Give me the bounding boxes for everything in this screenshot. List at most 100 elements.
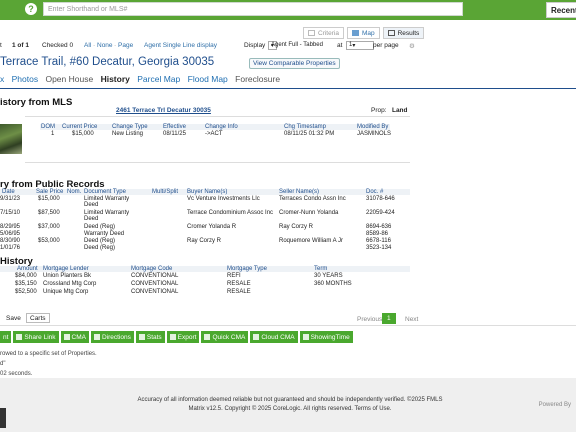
mls-col-change-info: Change Info [205, 124, 238, 130]
top-navigation-bar: ? Enter Shorthand or MLS# Recent [0, 0, 576, 20]
view-comparable-button[interactable]: View Comparable Properties [249, 58, 340, 69]
at-label: at [337, 42, 343, 49]
powered-by: Powered By [538, 402, 571, 408]
pr-seller: Cromer-Nunn Yolanda [279, 210, 339, 216]
settings-gear-icon[interactable]: ⚙ [409, 42, 415, 50]
view-tabs: Criteria Map Results [303, 27, 427, 39]
select-none-link[interactable]: None [97, 42, 113, 49]
pr-date: 1/01/76 [0, 245, 21, 251]
showingtime-button[interactable]: ShowingTime [299, 331, 353, 343]
listing-photo[interactable] [0, 124, 22, 154]
tool-label: Share Link [24, 333, 56, 341]
mort-amount: $84,000 [15, 273, 37, 279]
pr-docnum: 8589-86 [366, 231, 389, 237]
mort-col-amount: Amount [17, 266, 38, 272]
pr-col-doc: Doc. # [366, 189, 384, 195]
mls-modified: JASMINOLS [357, 131, 392, 137]
export-button[interactable]: Export [166, 331, 200, 343]
pager-divider [0, 325, 576, 326]
next-link[interactable]: Next [405, 316, 418, 323]
search-input[interactable]: Enter Shorthand or MLS# [43, 2, 463, 16]
note-line: rowed to a specific set of Properties. [0, 351, 97, 357]
grid-icon [387, 30, 395, 36]
tab-results[interactable]: Results [382, 27, 425, 39]
address-link[interactable]: 2461 Terrace Trl Decatur 30035 [116, 107, 211, 114]
tool-label: ShowingTime [310, 333, 350, 341]
subtab-foreclosure[interactable]: Foreclosure [235, 74, 280, 84]
mort-lender: Crossland Mtg Corp [43, 281, 97, 287]
cloud-icon [253, 334, 260, 340]
cloud-cma-button[interactable]: Cloud CMA [250, 331, 298, 343]
tab-map[interactable]: Map [346, 27, 380, 39]
per-page-select[interactable]: 1 ▾ [346, 41, 374, 50]
share-link-button[interactable]: Share Link [13, 331, 59, 343]
subtab-x[interactable]: x [0, 74, 4, 84]
help-icon[interactable]: ? [25, 3, 37, 15]
mort-code: CONVENTIONAL [131, 281, 179, 287]
mort-col-type: Mortgage Type [227, 266, 267, 272]
page-prefix: t [0, 42, 2, 49]
stats-button[interactable]: Stats [135, 331, 165, 343]
tool-label: Cloud CMA [261, 333, 295, 341]
display-label: Display [244, 42, 266, 49]
pr-col-buyer: Buyer Name(s) [187, 189, 228, 195]
showingtime-icon [302, 334, 309, 340]
subtab-history[interactable]: History [101, 74, 130, 84]
corelogic-logo [0, 408, 6, 428]
save-button[interactable]: Save [3, 314, 24, 324]
per-page-label: per page [373, 42, 399, 49]
mls-col-modified: Modified By [357, 124, 389, 130]
pr-doctype: Deed (Reg) [84, 224, 116, 230]
previous-link[interactable]: Previous [357, 316, 382, 323]
subtab-open-house[interactable]: Open House [45, 74, 93, 84]
map-icon [351, 30, 359, 36]
pr-seller: Roquemore William A Jr [279, 238, 344, 244]
pr-col-date: Date [2, 189, 15, 195]
mort-col-code: Mortgage Code [131, 266, 173, 272]
disclaimer-text: Accuracy of all information deemed relia… [80, 396, 500, 414]
mls-col-price: Current Price [62, 124, 98, 130]
pr-docnum: 22059-424 [366, 210, 395, 216]
recent-button[interactable]: Recent [546, 2, 576, 18]
subtab-photos[interactable]: Photos [12, 74, 38, 84]
mls-history-title: istory from MLS [0, 97, 73, 108]
agent-single-line-link[interactable]: Agent Single Line display [144, 42, 217, 49]
pr-doctype: Limited Warranty Deed [84, 196, 130, 208]
pr-doctype: Warranty Deed [84, 231, 125, 237]
tab-criteria[interactable]: Criteria [303, 27, 344, 39]
subtab-parcel-map[interactable]: Parcel Map [137, 74, 180, 84]
mls-dom: 1 [51, 131, 55, 137]
directions-icon [93, 334, 100, 340]
share-icon [16, 334, 23, 340]
select-page-link[interactable]: Page [118, 42, 133, 49]
page-1-button[interactable]: 1 [382, 313, 396, 324]
mort-type: REFI [227, 273, 241, 279]
tool-label: Export [177, 333, 197, 341]
prop-label: Prop: [371, 107, 387, 114]
pr-col-doctype: Document Type [84, 189, 126, 195]
subtab-flood-map[interactable]: Flood Map [188, 74, 228, 84]
mls-col-change-type: Change Type [112, 124, 148, 130]
tool-button-partial[interactable]: nt [0, 331, 12, 343]
mort-code: CONVENTIONAL [131, 289, 179, 295]
carts-button[interactable]: Carts [26, 313, 50, 323]
mls-change-type: New Listing [112, 131, 144, 137]
select-all-link[interactable]: All [84, 42, 91, 49]
directions-button[interactable]: Directions [90, 331, 134, 343]
action-toolbar: nt Share Link CMA Directions Stats Expor… [0, 331, 355, 343]
mls-effective: 08/11/25 [163, 131, 186, 137]
pr-doctype: Deed (Reg) [84, 238, 116, 244]
mort-amount: $52,500 [15, 289, 37, 295]
pr-seller: Terraces Condo Assn Inc [279, 196, 346, 202]
mort-type: RESALE [227, 289, 251, 295]
pr-docnum: 3523-134 [366, 245, 392, 251]
cma-button[interactable]: CMA [60, 331, 89, 343]
display-select[interactable]: Agent Full - Tabbed ▾ [268, 41, 323, 50]
criteria-icon [308, 30, 315, 36]
per-page-value: 1 [349, 42, 353, 48]
pr-date: 5/06/95 [0, 231, 21, 237]
sep-1: · [93, 42, 96, 49]
quick-cma-button[interactable]: Quick CMA [201, 331, 249, 343]
pr-date: 8/29/95 [0, 224, 21, 230]
quick-cma-icon [204, 334, 211, 340]
